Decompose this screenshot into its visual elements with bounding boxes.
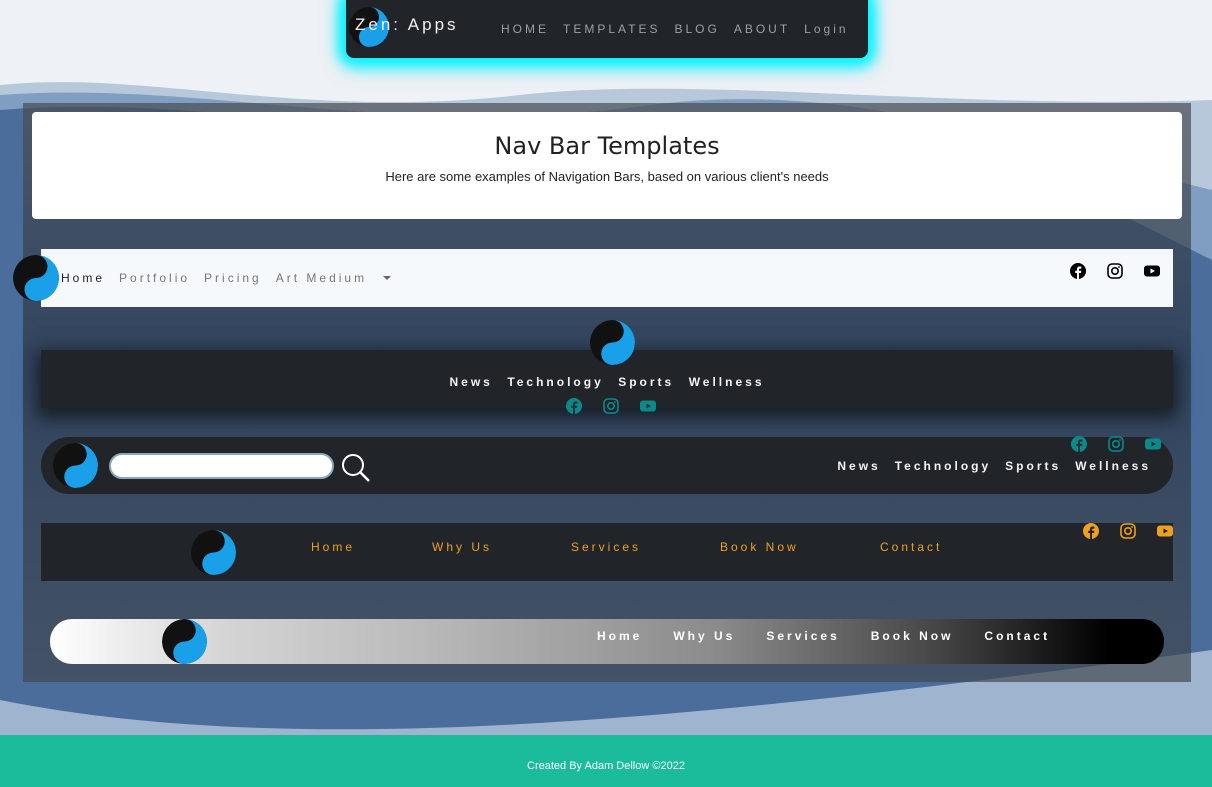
nav2-wellness[interactable]: Wellness (689, 375, 765, 389)
nav3-socials (1071, 436, 1161, 452)
nav5-contact[interactable]: Contact (984, 629, 1050, 643)
nav1-portfolio[interactable]: Portfolio (119, 271, 190, 285)
yin-yang-logo[interactable] (162, 619, 207, 664)
brand-title[interactable]: Zen: Apps (355, 15, 459, 35)
facebook-icon[interactable] (1071, 436, 1087, 452)
search-icon[interactable] (341, 453, 371, 483)
footer: Created By Adam Dellow ©2022 (0, 735, 1212, 787)
nav2-sports[interactable]: Sports (618, 375, 674, 389)
yin-yang-logo[interactable] (53, 443, 98, 488)
header-card: Nav Bar Templates Here are some examples… (32, 112, 1182, 219)
instagram-icon[interactable] (1108, 436, 1124, 452)
youtube-icon[interactable] (1144, 263, 1160, 279)
instagram-icon[interactable] (1107, 263, 1123, 279)
nav3-news[interactable]: News (837, 459, 880, 473)
youtube-icon[interactable] (1145, 436, 1161, 452)
navbar-gradient-pill: Home Why Us Services Book Now Contact (50, 619, 1164, 664)
nav2-socials (566, 398, 656, 414)
top-nav-about[interactable]: ABOUT (734, 22, 790, 36)
templates-container: Nav Bar Templates Here are some examples… (13, 103, 1191, 682)
chevron-down-icon[interactable] (383, 276, 392, 280)
nav4-services[interactable]: Services (571, 540, 641, 554)
navbar-light: Home Portfolio Pricing Art Medium (41, 249, 1173, 307)
nav2-technology[interactable]: Technology (507, 375, 603, 389)
nav4-socials (1062, 523, 1173, 539)
nav1-art-medium[interactable]: Art Medium (276, 271, 367, 285)
top-nav-templates[interactable]: TEMPLATES (563, 22, 660, 36)
top-nav-home[interactable]: HOME (501, 22, 549, 36)
top-nav-blog[interactable]: BLOG (674, 22, 719, 36)
facebook-icon[interactable] (566, 398, 582, 414)
footer-credit: Created By Adam Dellow ©2022 (527, 760, 685, 772)
nav4-why-us[interactable]: Why Us (432, 540, 492, 554)
top-nav-links: HOME TEMPLATES BLOG ABOUT Login (501, 22, 863, 36)
nav5-why-us[interactable]: Why Us (673, 629, 735, 643)
yin-yang-logo[interactable] (191, 530, 236, 575)
facebook-icon[interactable] (1083, 523, 1099, 539)
nav3-wellness[interactable]: Wellness (1075, 459, 1151, 473)
navbar-dark-orange: Home Why Us Services Book Now Contact (41, 523, 1173, 581)
yin-yang-logo[interactable] (590, 320, 635, 365)
page-subtitle: Here are some examples of Navigation Bar… (385, 169, 829, 184)
youtube-icon[interactable] (640, 398, 656, 414)
nav3-sports[interactable]: Sports (1005, 459, 1061, 473)
nav1-home[interactable]: Home (61, 271, 105, 285)
nav4-home[interactable]: Home (311, 540, 355, 554)
nav1-pricing[interactable]: Pricing (204, 271, 262, 285)
nav4-contact[interactable]: Contact (880, 540, 942, 554)
nav4-book-now[interactable]: Book Now (720, 540, 799, 554)
facebook-icon[interactable] (1070, 263, 1086, 279)
nav5-book-now[interactable]: Book Now (871, 629, 954, 643)
nav5-home[interactable]: Home (597, 629, 642, 643)
top-navbar: Zen: Apps HOME TEMPLATES BLOG ABOUT Logi… (346, 0, 868, 58)
yin-yang-logo[interactable] (13, 255, 59, 301)
top-nav-login[interactable]: Login (804, 22, 848, 36)
instagram-icon[interactable] (1120, 523, 1136, 539)
nav3-technology[interactable]: Technology (895, 459, 991, 473)
youtube-icon[interactable] (1157, 523, 1173, 539)
search-input[interactable] (109, 453, 334, 479)
navbar-search-pill: News Technology Sports Wellness (41, 437, 1173, 494)
nav2-news[interactable]: News (450, 375, 493, 389)
instagram-icon[interactable] (603, 398, 619, 414)
page-title: Nav Bar Templates (494, 132, 720, 160)
nav5-services[interactable]: Services (766, 629, 839, 643)
